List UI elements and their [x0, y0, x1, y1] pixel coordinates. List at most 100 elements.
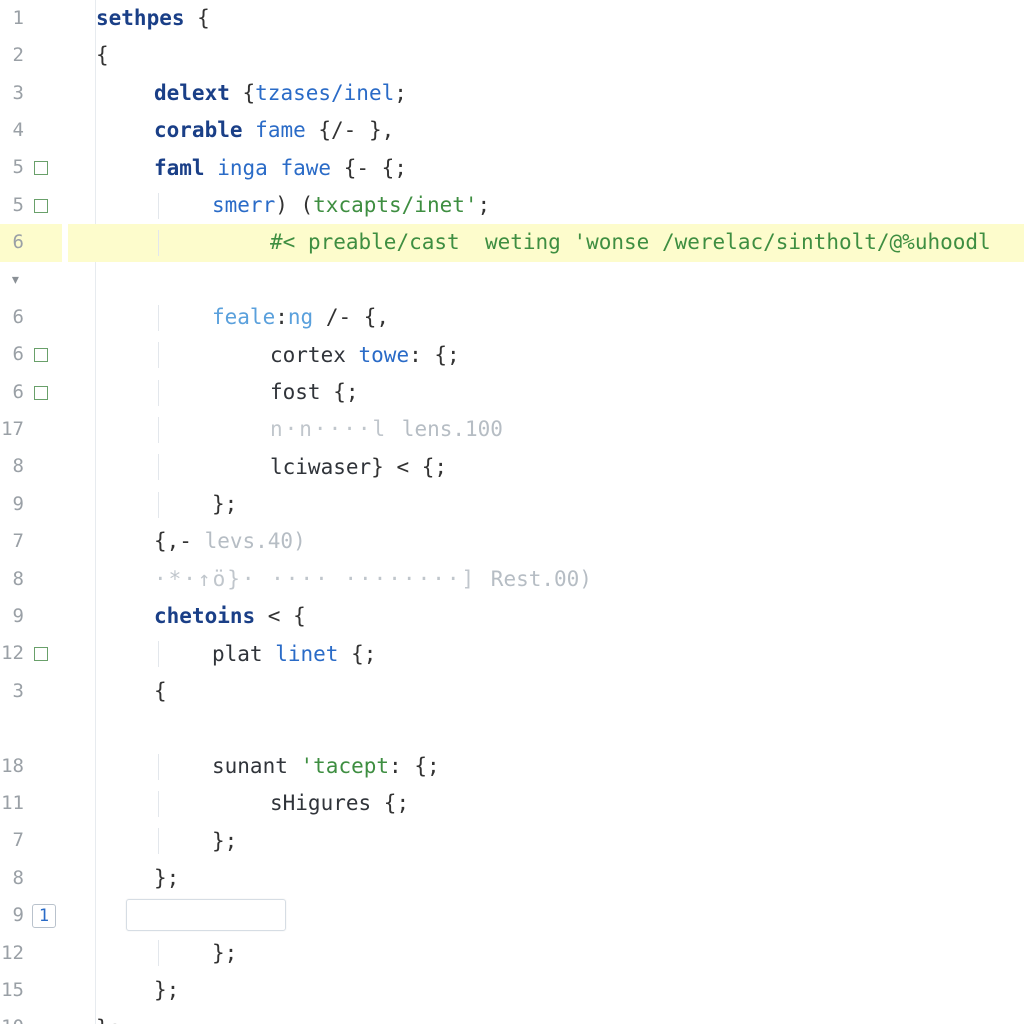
code-token: feale	[212, 299, 275, 336]
line-number: 12	[0, 937, 26, 971]
gutter-line[interactable]: 11	[0, 785, 62, 822]
gutter-line[interactable]: 6	[0, 374, 62, 411]
gutter-line[interactable]: 3	[0, 75, 62, 112]
line-number: 6	[0, 376, 26, 410]
gutter-line[interactable]: 8	[0, 561, 62, 598]
gutter-line[interactable]: 5	[0, 187, 62, 224]
code-token: fost	[270, 374, 321, 411]
code-token: : {;	[389, 748, 440, 785]
fold-marker-icon[interactable]	[34, 199, 48, 213]
code-token: < {	[255, 598, 306, 635]
code-token: {	[96, 37, 109, 74]
code-token	[460, 224, 485, 261]
code-line[interactable]: {	[68, 37, 1024, 74]
line-number: 4	[0, 114, 26, 148]
gutter-line[interactable]: 8	[0, 449, 62, 486]
gutter-line[interactable]: 7	[0, 823, 62, 860]
gutter-badge[interactable]: 1	[32, 904, 56, 928]
gutter-line[interactable]: ▾	[0, 262, 62, 299]
gutter-line[interactable]: 10	[0, 1010, 62, 1024]
gutter-line[interactable]: 91	[0, 897, 62, 934]
code-line[interactable]: };	[68, 1010, 1024, 1024]
indent-guide	[158, 380, 159, 406]
gutter-line[interactable]: 3	[0, 673, 62, 710]
code-line[interactable]: fost {;	[68, 374, 1024, 411]
line-number: 3	[0, 675, 26, 709]
gutter-line[interactable]: 15	[0, 972, 62, 1009]
code-token: ;	[478, 187, 491, 224]
gutter-line[interactable]: 6	[0, 337, 62, 374]
gutter[interactable]: 1234556▾66617897891231811789112151015	[0, 0, 62, 1024]
indent-guide	[158, 940, 159, 966]
code-line[interactable]: #< preable/cast weting 'wonse /werelac/s…	[68, 224, 1024, 261]
code-token: towe	[359, 337, 410, 374]
code-line[interactable]: ;	[68, 897, 1024, 934]
fold-marker-icon[interactable]	[34, 647, 48, 661]
code-token: Rest.00)	[491, 561, 592, 598]
fold-marker-icon[interactable]	[34, 161, 48, 175]
code-line[interactable]: lciwaser} < {;	[68, 449, 1024, 486]
gutter-line[interactable]: 7	[0, 523, 62, 560]
code-token: };	[212, 486, 237, 523]
gutter-line[interactable]: 18	[0, 748, 62, 785]
gutter-line[interactable]: 2	[0, 37, 62, 74]
gutter-line[interactable]: 12	[0, 935, 62, 972]
code-editor[interactable]: 1234556▾66617897891231811789112151015 se…	[0, 0, 1024, 1024]
gutter-line[interactable]: 4	[0, 112, 62, 149]
code-line[interactable]: faml inga fawe {- {;	[68, 150, 1024, 187]
fold-marker-icon[interactable]	[34, 348, 48, 362]
line-number: 8	[0, 563, 26, 597]
gutter-line[interactable]: 9	[0, 598, 62, 635]
code-token: {/- },	[306, 112, 395, 149]
gutter-line[interactable]: 17	[0, 411, 62, 448]
gutter-line[interactable]	[0, 710, 62, 747]
code-line[interactable]: ·*·↑ö}· ···· ········] Rest.00)	[68, 561, 1024, 598]
code-line[interactable]: sethpes {	[68, 0, 1024, 37]
code-line[interactable]: cortex towe: {;	[68, 337, 1024, 374]
code-token: txcapts/inet'	[313, 187, 477, 224]
code-token	[263, 636, 276, 673]
code-line[interactable]: sHigures {;	[68, 785, 1024, 822]
code-line[interactable]: {,- levs.40)	[68, 523, 1024, 560]
code-token: {	[230, 75, 255, 112]
code-token: fame	[255, 112, 306, 149]
code-token: ;	[394, 75, 407, 112]
gutter-line[interactable]: 9	[0, 486, 62, 523]
hint-popup[interactable]	[126, 899, 286, 931]
fold-marker-icon[interactable]	[34, 386, 48, 400]
code-line[interactable]: };	[68, 935, 1024, 972]
code-line[interactable]	[68, 710, 1024, 747]
code-line[interactable]	[68, 262, 1024, 299]
gutter-line[interactable]: 1	[0, 0, 62, 37]
code-line[interactable]: };	[68, 823, 1024, 860]
line-number: 5	[0, 189, 26, 223]
code-line[interactable]: plat linet {;	[68, 636, 1024, 673]
code-line[interactable]: };	[68, 972, 1024, 1009]
code-line[interactable]: };	[68, 486, 1024, 523]
line-number: 6	[0, 226, 26, 260]
code-line[interactable]: {	[68, 673, 1024, 710]
gutter-line[interactable]: 6	[0, 299, 62, 336]
code-token: :	[275, 299, 288, 336]
code-line[interactable]: feale:ng /- {,	[68, 299, 1024, 336]
code-token: chetoins	[154, 598, 255, 635]
line-number: 8	[0, 450, 26, 484]
code-line[interactable]: };	[68, 860, 1024, 897]
code-token: };	[212, 935, 237, 972]
line-number: 7	[0, 824, 26, 858]
gutter-line[interactable]: 12	[0, 636, 62, 673]
gutter-line[interactable]: 6	[0, 224, 62, 261]
code-token	[205, 150, 218, 187]
code-area[interactable]: sethpes {{delext {tzases/inel;corable fa…	[62, 0, 1024, 1024]
line-number: 11	[0, 787, 26, 821]
code-line[interactable]: delext {tzases/inel;	[68, 75, 1024, 112]
code-line[interactable]: sunant 'tacept: {;	[68, 748, 1024, 785]
gutter-line[interactable]: 8	[0, 860, 62, 897]
code-line[interactable]: corable fame {/- },	[68, 112, 1024, 149]
gutter-line[interactable]: 5	[0, 150, 62, 187]
code-line[interactable]: smerr) (txcapts/inet';	[68, 187, 1024, 224]
code-line[interactable]: chetoins < {	[68, 598, 1024, 635]
chevron-down-icon[interactable]: ▾	[10, 264, 21, 296]
code-line[interactable]: n·n····l lens.100	[68, 411, 1024, 448]
code-token: {- {;	[331, 150, 407, 187]
